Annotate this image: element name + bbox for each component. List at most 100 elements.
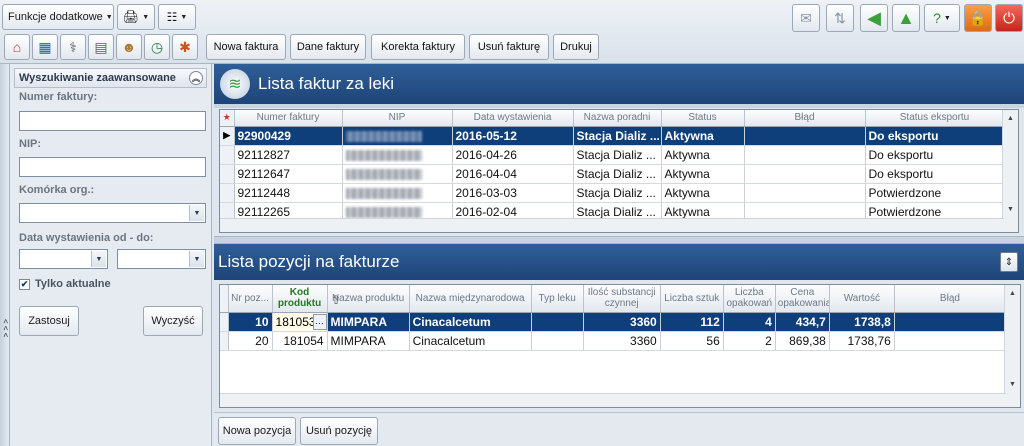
- column-header[interactable]: Wartość: [829, 285, 895, 313]
- nip-cell: [342, 164, 453, 184]
- clock-refresh-icon[interactable]: ◷: [144, 34, 170, 60]
- column-header[interactable]: Błąd: [744, 110, 866, 127]
- columns-icon: ☷: [166, 10, 178, 24]
- invoice-data-button[interactable]: Dane faktury: [290, 34, 366, 60]
- chevron-down-icon: ▼: [180, 13, 188, 21]
- table-row[interactable]: 92112647 2016-04-04 Stacja Dializ ... Ak…: [220, 164, 1005, 184]
- column-header[interactable]: Liczba sztuk: [660, 285, 724, 313]
- export-status-cell: Do eksportu: [865, 145, 1005, 165]
- scroll-down-icon[interactable]: ▼: [1004, 202, 1017, 216]
- asterisk-icon[interactable]: ✱: [172, 34, 198, 60]
- nip-cell: [342, 145, 453, 165]
- search-panel-header: Wyszukiwanie zaawansowane ︽: [14, 68, 207, 88]
- unit-select[interactable]: ▼: [19, 203, 206, 223]
- chevron-down-icon: ▼: [105, 13, 113, 21]
- error-cell: [744, 164, 866, 184]
- home-icon[interactable]: ⌂: [4, 34, 30, 60]
- invoice-number-input[interactable]: [19, 111, 206, 131]
- clinic-cell: Stacja Dializ ...: [573, 183, 662, 203]
- transfer-icon[interactable]: ⇅: [826, 4, 854, 32]
- scroll-up-icon[interactable]: ▲: [1004, 111, 1017, 125]
- nip-input[interactable]: [19, 157, 206, 177]
- column-header[interactable]: Błąd: [894, 285, 1007, 313]
- column-header[interactable]: Data wystawienia: [452, 110, 574, 127]
- date-cell: 2016-03-03: [452, 183, 574, 203]
- chevron-down-icon: ▼: [943, 14, 951, 22]
- new-invoice-button[interactable]: Nowa faktura: [206, 34, 286, 60]
- redacted-nip: [345, 206, 422, 218]
- column-header[interactable]: Typ leku: [531, 285, 584, 313]
- column-header-sorted[interactable]: Kod produktu: [272, 285, 328, 313]
- drug-type-cell: [531, 331, 584, 351]
- side-panel-toggle[interactable]: < < <: [0, 64, 10, 446]
- delete-invoice-button[interactable]: Usuń fakturę: [469, 34, 549, 60]
- expand-toggle-icon[interactable]: ⇕: [1000, 252, 1018, 272]
- back-arrow-icon[interactable]: ◀: [860, 4, 888, 32]
- stethoscope-icon[interactable]: ⚕: [60, 34, 86, 60]
- redacted-nip: [345, 130, 422, 142]
- date-from-picker[interactable]: ▼: [19, 249, 108, 269]
- table-row[interactable]: 92112827 2016-04-26 Stacja Dializ ... Ak…: [220, 145, 1005, 165]
- column-header[interactable]: Nr poz...: [228, 285, 273, 313]
- panel-splitter[interactable]: [214, 236, 1024, 244]
- new-position-button[interactable]: Nowa pozycja: [218, 417, 296, 445]
- date-to-picker[interactable]: ▼: [117, 249, 206, 269]
- help-icon[interactable]: ? ▼: [924, 4, 960, 32]
- column-header[interactable]: Nazwa międzynarodowa: [409, 285, 532, 313]
- product-code-cell[interactable]: 181053 …: [272, 312, 328, 332]
- main-toolbar: Funkcje dodatkowe ▼ 🖨 ▼ ☷ ▼ ⌂ ▦ ⚕ ▤ ☻ ◷ ✱ …: [0, 0, 1024, 64]
- clear-button[interactable]: Wyczyść: [143, 306, 203, 336]
- scroll-down-icon[interactable]: ▼: [1006, 377, 1019, 391]
- positions-action-bar: Nowa pozycja Usuń pozycję: [214, 412, 1024, 446]
- collapse-up-icon[interactable]: ︽: [189, 71, 203, 85]
- print-dropdown[interactable]: 🖨 ▼: [117, 4, 155, 30]
- calendar-icon[interactable]: ▦: [32, 34, 58, 60]
- positions-vertical-scrollbar[interactable]: ▲ ▼: [1004, 285, 1020, 407]
- column-header[interactable]: NIP: [342, 110, 453, 127]
- column-header[interactable]: Liczba opakowań: [723, 285, 776, 313]
- invoices-subbar: [214, 104, 1024, 108]
- table-row[interactable]: 10 181053 … MIMPARA Cinacalcetum 3360 11…: [220, 312, 1007, 332]
- invoices-horizontal-scrollbar[interactable]: [220, 218, 1004, 232]
- checkmark-icon: ✔: [19, 278, 30, 290]
- chevron-down-icon: ▼: [91, 251, 106, 267]
- table-row[interactable]: 20 181054 MIMPARA Cinacalcetum 3360 56 2…: [220, 331, 1007, 351]
- column-header[interactable]: Cena opakowania: [775, 285, 830, 313]
- only-current-checkbox[interactable]: ✔ Tylko aktualne: [19, 278, 111, 290]
- mail-icon[interactable]: ✉: [792, 4, 820, 32]
- columns-dropdown[interactable]: ☷ ▼: [158, 4, 196, 30]
- documents-icon[interactable]: ▤: [88, 34, 114, 60]
- apply-button[interactable]: Zastosuj: [19, 306, 79, 336]
- column-header[interactable]: Nazwa poradni: [573, 110, 662, 127]
- status-cell: Aktywna: [661, 126, 745, 146]
- functions-dropdown[interactable]: Funkcje dodatkowe ▼: [2, 4, 114, 30]
- positions-horizontal-scrollbar[interactable]: [220, 393, 1006, 407]
- column-header[interactable]: Status eksportu: [865, 110, 1005, 127]
- ellipsis-button[interactable]: …: [312, 313, 327, 330]
- error-cell: [744, 126, 866, 146]
- error-cell: [894, 312, 1007, 332]
- redacted-nip: [345, 168, 422, 180]
- column-header[interactable]: Status: [661, 110, 745, 127]
- column-header[interactable]: Numer faktury: [234, 110, 343, 127]
- packs-cell: 4: [723, 312, 776, 332]
- table-row[interactable]: ▶ 92900429 2016-05-12 Stacja Dializ ... …: [220, 126, 1005, 146]
- invoice-correction-button[interactable]: Korekta faktury: [371, 34, 465, 60]
- power-icon[interactable]: ⏻: [995, 4, 1023, 32]
- scroll-up-icon[interactable]: ▲: [1006, 286, 1019, 300]
- date-cell: 2016-04-04: [452, 164, 574, 184]
- advanced-search-panel: Wyszukiwanie zaawansowane ︽ Numer faktur…: [10, 64, 212, 446]
- table-row[interactable]: 92112448 2016-03-03 Stacja Dializ ... Ak…: [220, 183, 1005, 203]
- delete-position-button[interactable]: Usuń pozycję: [300, 417, 378, 445]
- clinic-cell: Stacja Dializ ...: [573, 164, 662, 184]
- functions-label: Funkcje dodatkowe: [8, 11, 103, 23]
- date-range-label: Data wystawienia od - do:: [19, 232, 154, 244]
- print-button[interactable]: Drukuj: [553, 34, 599, 60]
- users-icon[interactable]: ☻: [116, 34, 142, 60]
- invoices-vertical-scrollbar[interactable]: ▲ ▼: [1002, 110, 1018, 232]
- invoice-number-label: Numer faktury:: [19, 91, 98, 103]
- home-up-icon[interactable]: ▲: [892, 4, 920, 32]
- column-header[interactable]: Ilość substancji czynnej: [583, 285, 661, 313]
- lock-icon[interactable]: 🔒: [964, 4, 992, 32]
- row-indicator: [220, 164, 235, 184]
